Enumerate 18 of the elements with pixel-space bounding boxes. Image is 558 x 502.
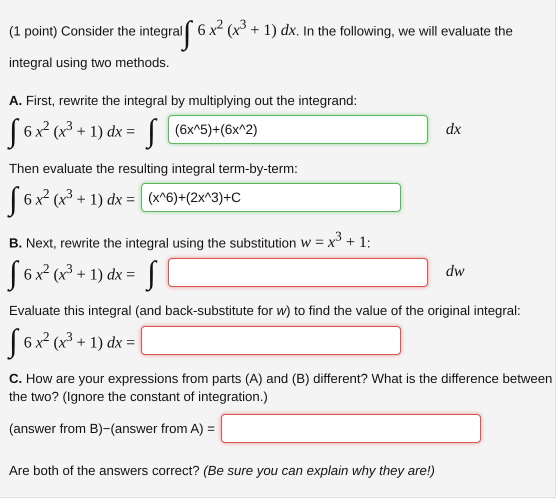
instruction-text: Then evaluate the resulting integral term-by-term: [9, 160, 299, 178]
answer-field[interactable] [168, 258, 428, 287]
integral-expression: 6 x$^{2}$ (x$^{3}$ + 1) dx = [24, 260, 136, 284]
answer-field[interactable] [141, 326, 402, 355]
answer-field[interactable]: (6x^5)+(6x^2) [168, 115, 428, 144]
answer-field[interactable]: (x^6)+(2x^3)+C [141, 183, 402, 212]
differential-label: dx [446, 120, 462, 139]
differential-label: dw [446, 263, 465, 282]
part-heading: B. Next, rewrite the integral using the substitution w = x$^{3}$ + 1: [9, 228, 372, 252]
instruction-text: Evaluate this integral (and back-substitute for w) to find the value of the original integral: [9, 302, 522, 320]
answer-field[interactable] [220, 414, 481, 443]
integral-expression: 6 x$^{2}$ (x$^{3}$ + 1) dx = [24, 186, 136, 210]
part-heading: C. How are your expressions from parts (A) and (B) different? What is the difference between the two? (Ignore the constant of integration.) [9, 370, 554, 406]
part-heading: A. First, rewrite the integral by multiplying out the integrand: [9, 92, 358, 110]
integral-expression: 6 x$^{2}$ (x$^{3}$ + 1) dx = [24, 328, 136, 352]
question-text: Are both of the answers correct? (Be sure you can explain why they are!) [9, 462, 436, 480]
integral-expression: 6 x$^{2}$ (x$^{3}$ + 1) dx = [24, 118, 136, 142]
answer-label: (answer from B)−(answer from A) = [9, 420, 215, 436]
